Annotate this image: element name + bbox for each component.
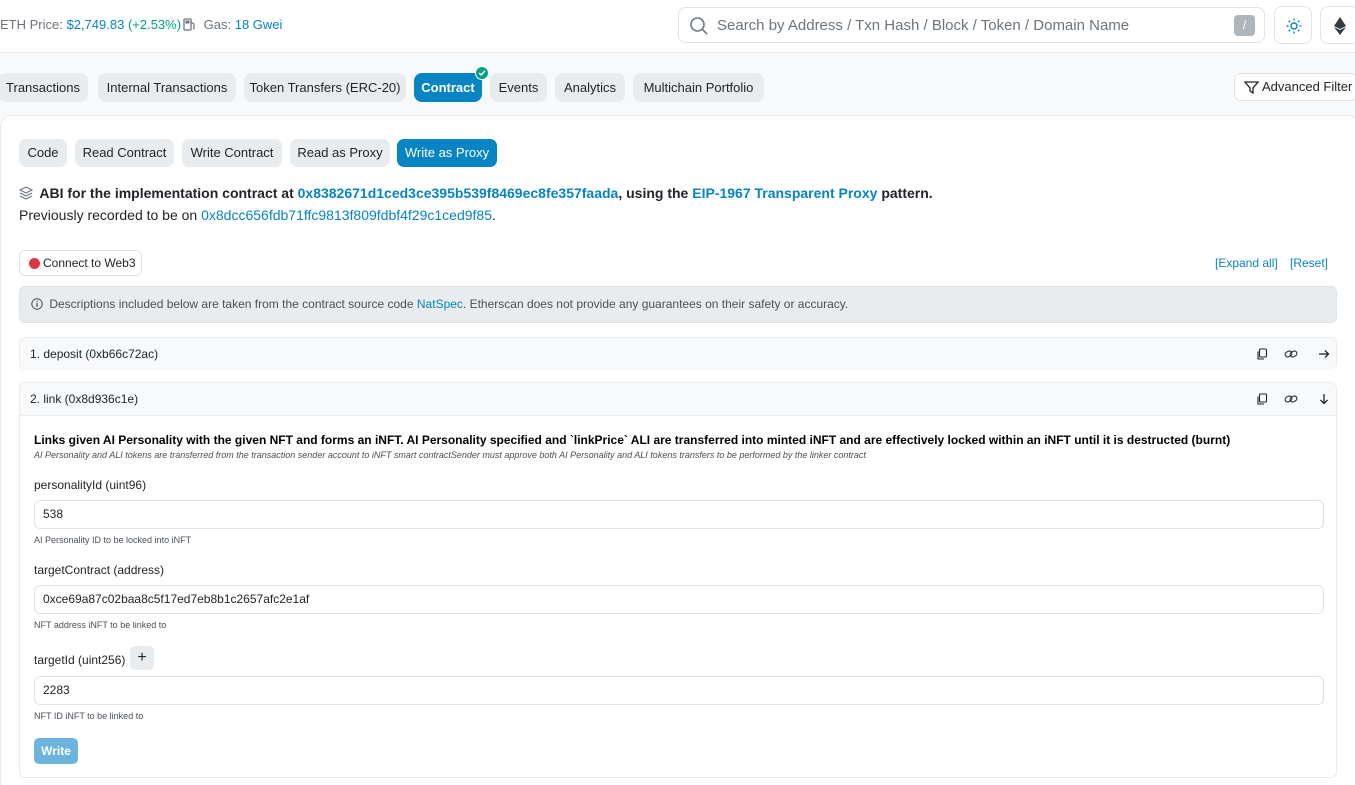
function-details: AI Personality and ALI tokens are transf… xyxy=(34,450,866,460)
implementation-address-link[interactable]: 0x8382671d1ced3ce395b539f8469ec8fe357faa… xyxy=(298,185,619,201)
link-icon[interactable] xyxy=(1284,393,1298,405)
function-description: Links given AI Personality with the give… xyxy=(34,433,1231,447)
filter-icon xyxy=(1244,81,1259,94)
layers-icon xyxy=(18,186,34,200)
advanced-filter-button[interactable]: Advanced Filter xyxy=(1234,73,1355,101)
param-help-target-id: NFT ID iNFT to be linked to xyxy=(34,711,144,721)
reset-link[interactable]: [Reset] xyxy=(1290,256,1328,270)
natspec-notice: Descriptions included below are taken fr… xyxy=(19,286,1337,323)
copy-icon[interactable] xyxy=(1256,348,1268,360)
function-link: 2. link (0x8d936c1e) Links given AI Pers… xyxy=(19,382,1337,778)
previous-address-link[interactable]: 0x8dcc656fdb71ffc9813f809fdbf4f29c1ced9f… xyxy=(201,207,492,223)
gas-label: Gas: xyxy=(203,17,232,32)
personality-id-input[interactable]: 538 xyxy=(34,500,1324,529)
abi-suffix: pattern. xyxy=(881,185,933,201)
advanced-filter-label: Advanced Filter xyxy=(1262,79,1353,94)
eth-price-change: (+2.53%) xyxy=(127,17,182,32)
top-bar: ETH Price: $2,749.83 (+2.53%) Gas: 18 Gw… xyxy=(0,0,1355,53)
theme-toggle-button[interactable] xyxy=(1274,6,1312,44)
function-title: 1. deposit (0xb66c72ac) xyxy=(30,347,159,361)
arrow-right-icon[interactable] xyxy=(1318,348,1330,360)
sun-icon xyxy=(1286,18,1302,34)
expand-all-link[interactable]: [Expand all] xyxy=(1215,256,1278,270)
eth-price-value[interactable]: $2,749.83 xyxy=(66,17,124,32)
param-help-target-contract: NFT address iNFT to be linked to xyxy=(34,620,167,630)
abi-prefix: ABI for the implementation contract at xyxy=(39,185,294,201)
network-selector-button[interactable] xyxy=(1320,6,1355,44)
tab-contract[interactable]: Contract xyxy=(414,66,489,102)
param-help-personality-id: AI Personality ID to be locked into iNFT xyxy=(34,535,192,545)
add-multiplier-button[interactable]: + xyxy=(130,646,154,670)
tab-internal-transactions[interactable]: Internal Transactions xyxy=(98,73,236,102)
copy-icon[interactable] xyxy=(1256,393,1268,405)
write-button[interactable]: Write xyxy=(34,738,78,764)
proxy-pattern-link[interactable]: EIP-1967 Transparent Proxy xyxy=(692,185,877,201)
search-placeholder: Search by Address / Txn Hash / Block / T… xyxy=(717,17,1130,34)
function-title: 2. link (0x8d936c1e) xyxy=(30,392,139,406)
function-header[interactable]: 1. deposit (0xb66c72ac) xyxy=(20,338,1336,371)
connect-web3-label: Connect to Web3 xyxy=(43,256,136,270)
ethereum-icon xyxy=(1334,17,1346,35)
eth-price: ETH Price: $2,749.83 (+2.53%) xyxy=(0,17,181,32)
search-icon xyxy=(690,17,708,35)
param-label-target-contract: targetContract (address) xyxy=(34,563,165,577)
function-header[interactable]: 2. link (0x8d936c1e) xyxy=(20,383,1336,416)
previous-implementation: Previously recorded to be on 0x8dcc656fd… xyxy=(19,207,496,223)
subtab-read-contract[interactable]: Read Contract xyxy=(75,139,174,167)
connect-web3-button[interactable]: Connect to Web3 xyxy=(19,250,142,276)
disconnected-status-icon xyxy=(29,258,40,269)
previous-suffix: . xyxy=(492,207,496,223)
gas-pump-icon xyxy=(183,18,195,31)
param-label-personality-id: personalityId (uint96) xyxy=(34,478,147,492)
search-input[interactable]: Search by Address / Txn Hash / Block / T… xyxy=(678,7,1265,43)
tab-contract-label: Contract xyxy=(421,80,475,95)
previous-prefix: Previously recorded to be on xyxy=(19,207,198,223)
target-contract-input[interactable]: 0xce69a87c02baa8c5f17ed7eb8b1c2657afc2e1… xyxy=(34,585,1324,614)
tab-transactions[interactable]: Transactions xyxy=(0,73,88,102)
target-id-input[interactable]: 2283 xyxy=(34,676,1324,705)
tab-analytics[interactable]: Analytics xyxy=(555,73,625,102)
search-shortcut-key: / xyxy=(1234,15,1255,36)
notice-suffix: . Etherscan does not provide any guarant… xyxy=(462,297,849,311)
abi-info: ABI for the implementation contract at 0… xyxy=(18,185,933,201)
function-deposit: 1. deposit (0xb66c72ac) xyxy=(19,337,1337,371)
subtab-write-contract[interactable]: Write Contract xyxy=(182,139,282,167)
subtab-code[interactable]: Code xyxy=(19,139,67,167)
subtab-write-as-proxy[interactable]: Write as Proxy xyxy=(397,139,497,167)
abi-middle: , using the xyxy=(618,185,689,201)
natspec-link[interactable]: NatSpec xyxy=(417,297,463,311)
link-icon[interactable] xyxy=(1284,348,1298,360)
info-icon xyxy=(31,298,43,310)
verified-check-icon xyxy=(475,66,489,80)
tab-events[interactable]: Events xyxy=(490,73,547,102)
eth-price-label: ETH Price: xyxy=(0,17,63,32)
subtab-read-as-proxy[interactable]: Read as Proxy xyxy=(290,139,390,167)
gas-tracker: Gas: 18 Gwei xyxy=(183,17,282,32)
gas-value[interactable]: 18 Gwei xyxy=(235,17,283,32)
param-label-target-id: targetId (uint256) xyxy=(34,653,126,667)
arrow-down-icon[interactable] xyxy=(1318,393,1330,405)
notice-prefix: Descriptions included below are taken fr… xyxy=(49,297,414,311)
tab-multichain-portfolio[interactable]: Multichain Portfolio xyxy=(633,73,764,102)
tab-token-transfers[interactable]: Token Transfers (ERC-20) xyxy=(244,73,406,102)
